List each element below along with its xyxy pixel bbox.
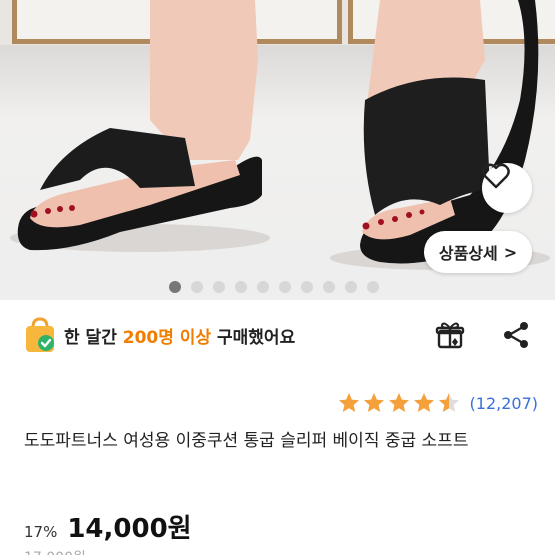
star-icon — [413, 393, 434, 412]
star-icon — [338, 393, 359, 412]
carousel-dot[interactable] — [279, 281, 291, 293]
review-count-link[interactable]: (12,207) — [470, 394, 538, 413]
purchase-count-prefix: 한 달간 — [64, 327, 123, 348]
star-rating-icons — [338, 393, 459, 412]
carousel-dot[interactable] — [191, 281, 203, 293]
purchase-count-highlight: 200명 이상 — [122, 327, 212, 348]
rating[interactable]: (12,207) — [338, 392, 538, 414]
carousel-dot[interactable] — [345, 281, 357, 293]
star-icon — [363, 393, 384, 412]
carousel-dot[interactable] — [367, 281, 379, 293]
heart-icon — [482, 163, 510, 189]
purchase-count-suffix: 구매했어요 — [211, 327, 296, 348]
carousel-dot[interactable] — [213, 281, 225, 293]
product-title: 도도파트너스 여성용 이중쿠션 통굽 슬리퍼 베이직 중굽 소프트 — [24, 431, 469, 451]
carousel-dot[interactable] — [301, 281, 313, 293]
sale-price: 14,000원 — [67, 514, 192, 544]
wishlist-button[interactable] — [482, 163, 532, 213]
product-image[interactable]: 상품상세 > — [0, 0, 555, 300]
carousel-indicator — [169, 281, 379, 293]
half-star-icon — [438, 393, 459, 412]
shopping-bag-icon — [26, 317, 54, 352]
carousel-dot[interactable] — [235, 281, 247, 293]
star-icon — [388, 393, 409, 412]
price-row: 17% 14,000원 — [24, 508, 192, 545]
carousel-dot[interactable] — [169, 281, 181, 293]
purchase-info-row: 한 달간 200명 이상 구매했어요 — [24, 310, 531, 360]
original-price: 17,000원 — [24, 547, 86, 555]
product-detail-button[interactable]: 상품상세 > — [424, 231, 532, 273]
carousel-dot[interactable] — [257, 281, 269, 293]
share-icon[interactable] — [501, 320, 531, 350]
purchase-count-text: 한 달간 200명 이상 구매했어요 — [64, 323, 295, 348]
discount-rate: 17% — [24, 523, 58, 541]
product-detail-label: 상품상세 — [438, 244, 498, 263]
carousel-dot[interactable] — [323, 281, 335, 293]
gift-icon[interactable] — [435, 320, 465, 350]
chevron-right-icon: > — [503, 242, 518, 262]
